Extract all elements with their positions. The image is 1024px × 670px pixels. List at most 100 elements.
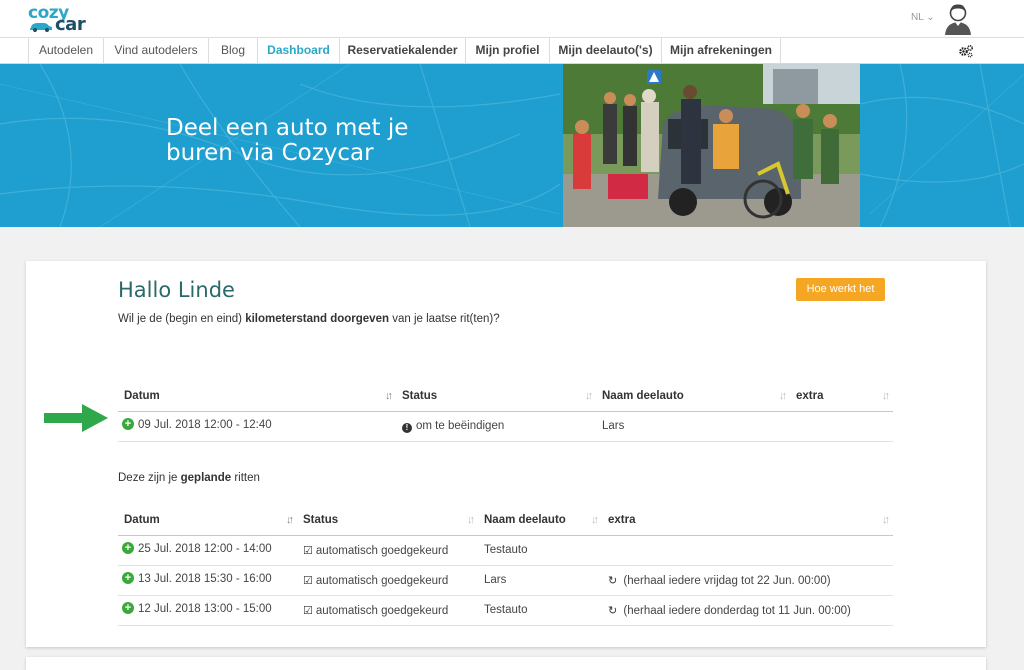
cozycar-logo[interactable]: cozy car xyxy=(28,3,108,35)
mileage-prompt: Wil je de (begin en eind) kilometerstand… xyxy=(118,313,500,325)
ride-extra xyxy=(790,411,893,442)
ride-status: automatisch goedgekeurd xyxy=(315,544,449,557)
plus-circle-icon[interactable]: + xyxy=(122,572,134,584)
ride-status-cell: ☑ automatisch goedgekeurd xyxy=(297,565,478,596)
car-logo-icon xyxy=(30,23,52,32)
ride-extra: (herhaal iedere vrijdag tot 22 Jun. 00:0… xyxy=(623,574,831,587)
how-it-works-button[interactable]: Hoe werkt het xyxy=(796,278,885,301)
ride-status: automatisch goedgekeurd xyxy=(315,574,449,587)
table-row[interactable]: +13 Jul. 2018 15:30 - 16:00 ☑ automatisch… xyxy=(118,565,893,596)
planned-rides-table: Datum ↓↑ Status ↓↑ Naam deelauto ↓↑ extra ↓↑… xyxy=(118,505,893,626)
table-row[interactable]: +09 Jul. 2018 12:00 - 12:40 ! om te beëin… xyxy=(118,411,893,442)
map-background xyxy=(0,64,1024,227)
sort-icon[interactable]: ↓↑ xyxy=(882,514,890,526)
hero-headline-line2: buren via Cozycar xyxy=(166,140,374,166)
ride-date-cell: +09 Jul. 2018 12:00 - 12:40 xyxy=(118,411,396,442)
ride-extra: (herhaal iedere donderdag tot 11 Jun. 00… xyxy=(623,604,851,617)
planned-heading-pre: Deze zijn je xyxy=(118,472,181,484)
column-header-extra[interactable]: extra ↓↑ xyxy=(602,505,893,536)
ride-date: 25 Jul. 2018 12:00 - 14:00 xyxy=(138,543,272,555)
planned-heading-post: ritten xyxy=(231,472,260,484)
column-header-status-label: Status xyxy=(402,389,438,402)
ride-date-cell: +25 Jul. 2018 12:00 - 14:00 xyxy=(118,535,297,566)
ride-car: Lars xyxy=(596,411,790,442)
hero-headline-line1: Deel een auto met je xyxy=(166,115,409,141)
ride-status: automatisch goedgekeurd xyxy=(315,604,449,617)
info-circle-icon: ! xyxy=(402,422,412,433)
column-header-car-label: Naam deelauto xyxy=(602,389,684,402)
user-avatar-icon[interactable] xyxy=(942,1,974,35)
column-header-status[interactable]: Status ↓↑ xyxy=(297,505,478,536)
nav-item-vind-autodelers[interactable]: Vind autodelers xyxy=(104,38,209,64)
secondary-card xyxy=(26,657,986,670)
check-square-icon: ☑ xyxy=(303,574,313,587)
sort-icon[interactable]: ↓↑ xyxy=(467,514,475,526)
table-row[interactable]: +25 Jul. 2018 12:00 - 14:00 ☑ automatisch… xyxy=(118,535,893,566)
nav-item-mijn-deelautos[interactable]: Mijn deelauto('s) xyxy=(550,38,662,64)
column-header-extra-label: extra xyxy=(608,513,636,526)
table-header-row: Datum ↓↑ Status ↓↑ Naam deelauto ↓↑ extra ↓↑ xyxy=(118,505,893,536)
ride-date-cell: +12 Jul. 2018 13:00 - 15:00 xyxy=(118,595,297,626)
mileage-prompt-bold: kilometerstand doorgeven xyxy=(245,313,390,325)
column-header-status[interactable]: Status ↓↑ xyxy=(396,381,596,412)
ride-date: 09 Jul. 2018 12:00 - 12:40 xyxy=(138,419,272,431)
ride-status-cell: ! om te beëindigen xyxy=(396,411,596,442)
ride-date: 13 Jul. 2018 15:30 - 16:00 xyxy=(138,573,272,585)
repeat-icon: ↻ xyxy=(608,574,618,587)
ride-status-cell: ☑ automatisch goedgekeurd xyxy=(297,595,478,626)
greeting-title: Hallo Linde xyxy=(118,278,235,302)
ride-date: 12 Jul. 2018 13:00 - 15:00 xyxy=(138,603,272,615)
green-arrow-icon xyxy=(44,404,108,432)
mileage-prompt-post: van je laatse rit(ten)? xyxy=(389,313,500,325)
column-header-car-label: Naam deelauto xyxy=(484,513,566,526)
nav-item-dashboard[interactable]: Dashboard xyxy=(258,38,340,64)
language-selector[interactable]: NL ⌄ xyxy=(911,12,935,23)
top-bar: cozy car NL ⌄ xyxy=(0,0,1024,38)
column-header-car[interactable]: Naam deelauto ↓↑ xyxy=(478,505,602,536)
ride-date-cell: +13 Jul. 2018 15:30 - 16:00 xyxy=(118,565,297,596)
mileage-prompt-pre: Wil je de (begin en eind) xyxy=(118,313,246,325)
column-header-date-label: Datum xyxy=(124,513,160,526)
logo-text-bottom: car xyxy=(55,14,86,35)
gears-icon[interactable] xyxy=(958,44,974,58)
check-square-icon: ☑ xyxy=(303,604,313,617)
nav-item-autodelen[interactable]: Autodelen xyxy=(28,38,104,64)
nav-item-reservatiekalender[interactable]: Reservatiekalender xyxy=(340,38,466,64)
column-header-extra[interactable]: extra ↓↑ xyxy=(790,381,893,412)
sort-icon[interactable]: ↓↑ xyxy=(286,514,294,526)
ride-extra xyxy=(602,535,893,566)
nav-item-mijn-profiel[interactable]: Mijn profiel xyxy=(466,38,550,64)
check-square-icon: ☑ xyxy=(303,544,313,557)
table-row[interactable]: +12 Jul. 2018 13:00 - 15:00 ☑ automatisch… xyxy=(118,595,893,626)
ride-car: Testauto xyxy=(478,595,602,626)
column-header-date[interactable]: Datum ↓↑ xyxy=(118,381,396,412)
nav-item-blog[interactable]: Blog xyxy=(209,38,258,64)
sort-icon[interactable]: ↓↑ xyxy=(591,514,599,526)
plus-circle-icon[interactable]: + xyxy=(122,602,134,614)
sort-icon[interactable]: ↓↑ xyxy=(779,390,787,402)
main-navigation: Autodelen Vind autodelers Blog Dashboard… xyxy=(0,38,1024,64)
plus-circle-icon[interactable]: + xyxy=(122,418,134,430)
sort-icon[interactable]: ↓↑ xyxy=(882,390,890,402)
nav-item-mijn-afrekeningen[interactable]: Mijn afrekeningen xyxy=(662,38,781,64)
planned-heading-bold: geplande xyxy=(180,472,232,484)
hero-banner: Deel een auto met je buren via Cozycar xyxy=(0,64,1024,227)
column-header-status-label: Status xyxy=(303,513,339,526)
dashboard-card: Hallo Linde Hoe werkt het Wil je de (beg… xyxy=(26,261,986,647)
planned-rides-heading: Deze zijn je geplande ritten xyxy=(118,472,260,484)
ride-status-cell: ☑ automatisch goedgekeurd xyxy=(297,535,478,566)
repeat-icon: ↻ xyxy=(608,604,618,617)
ride-extra-cell: ↻ (herhaal iedere vrijdag tot 22 Jun. 00… xyxy=(602,565,893,596)
hero-photo xyxy=(563,64,860,227)
column-header-date[interactable]: Datum ↓↑ xyxy=(118,505,297,536)
sort-icon[interactable]: ↓↑ xyxy=(585,390,593,402)
pending-rides-table: Datum ↓↑ Status ↓↑ Naam deelauto ↓↑ extra ↓↑… xyxy=(118,381,893,442)
ride-car: Testauto xyxy=(478,535,602,566)
ride-extra-cell: ↻ (herhaal iedere donderdag tot 11 Jun. … xyxy=(602,595,893,626)
table-header-row: Datum ↓↑ Status ↓↑ Naam deelauto ↓↑ extra ↓↑ xyxy=(118,381,893,412)
column-header-extra-label: extra xyxy=(796,389,824,402)
column-header-car[interactable]: Naam deelauto ↓↑ xyxy=(596,381,790,412)
ride-car: Lars xyxy=(478,565,602,596)
plus-circle-icon[interactable]: + xyxy=(122,542,134,554)
sort-icon[interactable]: ↓↑ xyxy=(385,390,393,402)
